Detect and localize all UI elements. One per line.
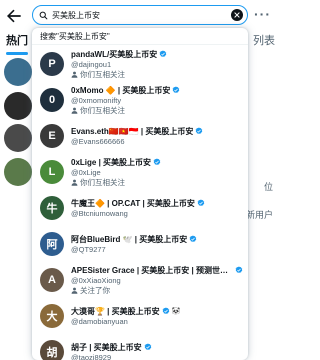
background-avatar — [4, 58, 32, 86]
user-handle: @0xLige — [71, 167, 101, 177]
user-display-name: 0xMomo 🔶 | 买美股上币安 — [71, 85, 171, 95]
search-result-user[interactable]: P pandaWL/买美股上币安 @dajingou1 你们互相关注 — [32, 47, 248, 81]
user-handle: @0xXiaoXiong — [71, 275, 121, 285]
user-display-name: Evans.eth🇨🇳🇻🇳🇮🇩 | 买美股上币安 — [71, 126, 194, 136]
follow-status: 你们互相关注 — [71, 106, 243, 116]
avatar: 牛 — [40, 196, 64, 220]
search-result-user[interactable]: L 0xLige | 买美股上币安 @0xLige 你们互相关注 — [32, 155, 248, 189]
verified-badge-icon — [197, 199, 205, 207]
avatar: L — [40, 160, 64, 184]
search-result-user[interactable]: 0 0xMomo 🔶 | 买美股上币安 @0xmomonifty 你们互相关注 — [32, 83, 248, 117]
avatar: 大 — [40, 304, 64, 328]
verified-badge-icon — [172, 86, 180, 94]
follow-status-text: 你们互相关注 — [80, 177, 125, 187]
user-display-name: APESister Grace | 买美股上币安 | 预测世界杯就... — [71, 265, 233, 275]
user-display-name: pandaWL/买美股上币安 — [71, 49, 158, 59]
search-icon — [39, 11, 48, 19]
avatar-letter: 大 — [46, 311, 58, 323]
avatar-letter: P — [48, 58, 56, 70]
avatar: 0 — [40, 88, 64, 112]
verified-badge-icon — [162, 307, 169, 315]
follow-status: 你们互相关注 — [71, 178, 243, 188]
avatar-letter: L — [48, 166, 56, 178]
background-avatar — [4, 158, 32, 186]
search-input[interactable] — [52, 10, 231, 20]
follow-status: 你们互相关注 — [71, 70, 243, 80]
user-handle: @taozi8929 — [71, 352, 112, 360]
background-avatar — [4, 92, 32, 120]
verified-badge-icon — [144, 343, 151, 351]
user-display-name: 阿台BlueBird 🕊️ | 买美股上币安 — [71, 234, 188, 244]
user-handle: @Btcniumowang — [71, 208, 128, 218]
user-handle: @QT9277 — [71, 244, 106, 254]
background-avatar — [4, 124, 32, 152]
person-icon — [71, 287, 78, 294]
search-result-user[interactable]: 胡 胡子 | 买美股上币安 @taozi8929 — [32, 335, 248, 360]
close-icon — [234, 12, 240, 18]
search-for-query[interactable]: 搜索"买美股上币安" — [32, 28, 248, 45]
avatar-letter: 阿 — [46, 239, 58, 251]
follow-status-text: 关注了你 — [80, 285, 110, 295]
avatar: E — [40, 124, 64, 148]
person-icon — [71, 179, 78, 186]
user-display-name: 大漠哥🏆 | 买美股上币安 — [71, 306, 160, 316]
back-arrow-icon[interactable] — [4, 6, 24, 26]
clear-search-button[interactable] — [231, 9, 243, 21]
avatar-letter: A — [48, 274, 56, 286]
tab-list[interactable]: 列表 — [253, 32, 275, 48]
avatar-letter: 0 — [48, 94, 56, 106]
user-display-name: 牛魔王🔶 | OP.CAT | 买美股上币安 — [71, 198, 195, 208]
avatar: 阿 — [40, 232, 64, 256]
user-handle: @Evans666666 — [71, 136, 125, 146]
search-bar[interactable] — [32, 5, 248, 25]
search-result-user[interactable]: 阿 阿台BlueBird 🕊️ | 买美股上币安 @QT9277 — [32, 227, 248, 261]
tab-hot[interactable]: 热门 — [6, 32, 28, 55]
avatar: 胡 — [40, 340, 64, 360]
verified-badge-icon — [195, 127, 203, 135]
user-display-name: 0xLige | 买美股上币安 — [71, 157, 152, 167]
avatar-letter: 牛 — [46, 203, 58, 215]
search-result-user[interactable]: A APESister Grace | 买美股上币安 | 预测世界杯就... @… — [32, 263, 248, 297]
user-handle: @damobianyuan — [71, 316, 128, 326]
person-icon — [71, 71, 78, 78]
search-result-user[interactable]: 牛 牛魔王🔶 | OP.CAT | 买美股上币安 @Btcniumowang — [32, 191, 248, 225]
verified-badge-icon — [159, 50, 167, 58]
search-result-user[interactable]: E Evans.eth🇨🇳🇻🇳🇮🇩 | 买美股上币安 @Evans666666 — [32, 119, 248, 153]
search-results-dropdown: 搜索"买美股上币安" P pandaWL/买美股上币安 @dajingou1 你… — [32, 28, 248, 360]
follow-status-text: 你们互相关注 — [80, 69, 125, 79]
follow-status-text: 你们互相关注 — [80, 105, 125, 115]
user-display-name: 胡子 | 买美股上币安 — [71, 342, 142, 352]
verified-badge-icon — [235, 266, 243, 274]
person-icon — [71, 107, 78, 114]
verified-badge-icon — [153, 158, 161, 166]
verified-badge-icon — [189, 235, 197, 243]
more-icon[interactable]: ··· — [254, 6, 271, 22]
background-edge-text: 新用户 — [245, 210, 273, 220]
user-handle: @dajingou1 — [71, 59, 112, 69]
avatar: P — [40, 52, 64, 76]
avatar-letter: E — [48, 130, 56, 142]
background-edge-text: 位 — [263, 182, 273, 192]
follow-status: 关注了你 — [71, 286, 243, 296]
user-handle: @0xmomonifty — [71, 95, 122, 105]
search-result-user[interactable]: 大 大漠哥🏆 | 买美股上币安 🐼 @damobianyuan — [32, 299, 248, 333]
extra-badge: 🐼 — [171, 308, 181, 315]
avatar: A — [40, 268, 64, 292]
avatar-letter: 胡 — [46, 347, 58, 359]
